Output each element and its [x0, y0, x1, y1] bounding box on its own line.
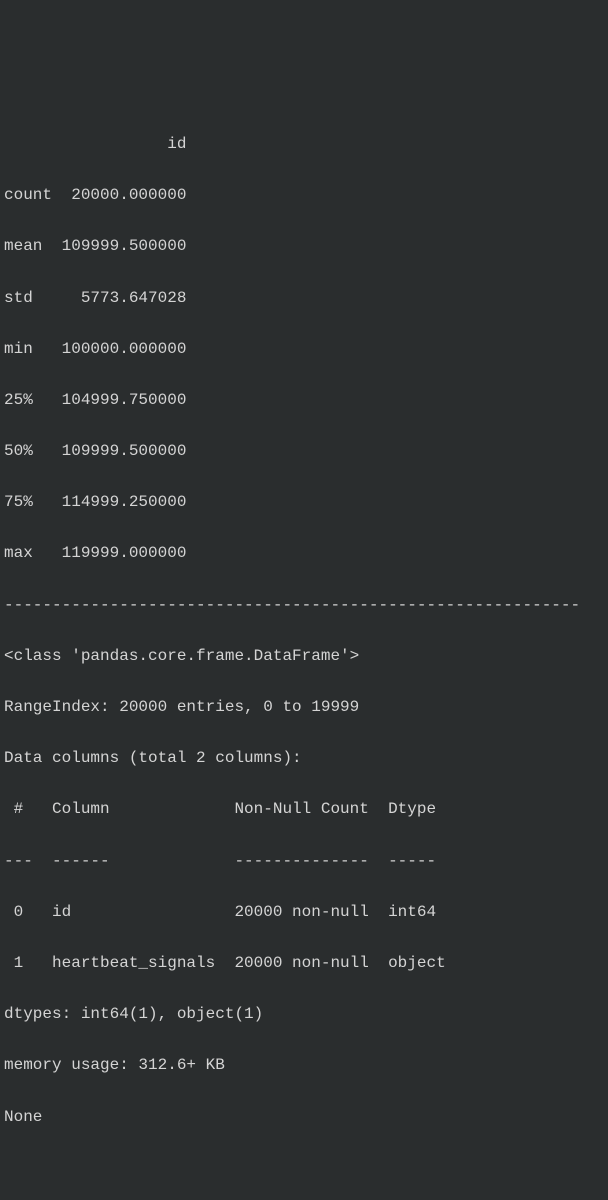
describe-row: 25% 104999.750000 [4, 388, 604, 414]
none-line: None [4, 1105, 604, 1131]
column-row: 0 id 20000 non-null int64 [4, 900, 604, 926]
column-row: 1 heartbeat_signals 20000 non-null objec… [4, 951, 604, 977]
terminal-output: id count 20000.000000 mean 109999.500000… [4, 106, 604, 1155]
column-header: # Column Non-Null Count Dtype [4, 797, 604, 823]
separator-line: ----------------------------------------… [4, 593, 604, 619]
describe-row: max 119999.000000 [4, 541, 604, 567]
dtypes-line: dtypes: int64(1), object(1) [4, 1002, 604, 1028]
describe-row: count 20000.000000 [4, 183, 604, 209]
describe-row: 75% 114999.250000 [4, 490, 604, 516]
column-divider: --- ------ -------------- ----- [4, 849, 604, 875]
describe-row: std 5773.647028 [4, 286, 604, 312]
describe-row: 50% 109999.500000 [4, 439, 604, 465]
class-line: <class 'pandas.core.frame.DataFrame'> [4, 644, 604, 670]
data-columns-header: Data columns (total 2 columns): [4, 746, 604, 772]
describe-row: min 100000.000000 [4, 337, 604, 363]
describe-row: mean 109999.500000 [4, 234, 604, 260]
memory-line: memory usage: 312.6+ KB [4, 1053, 604, 1079]
range-index-line: RangeIndex: 20000 entries, 0 to 19999 [4, 695, 604, 721]
describe-header: id [4, 132, 604, 158]
